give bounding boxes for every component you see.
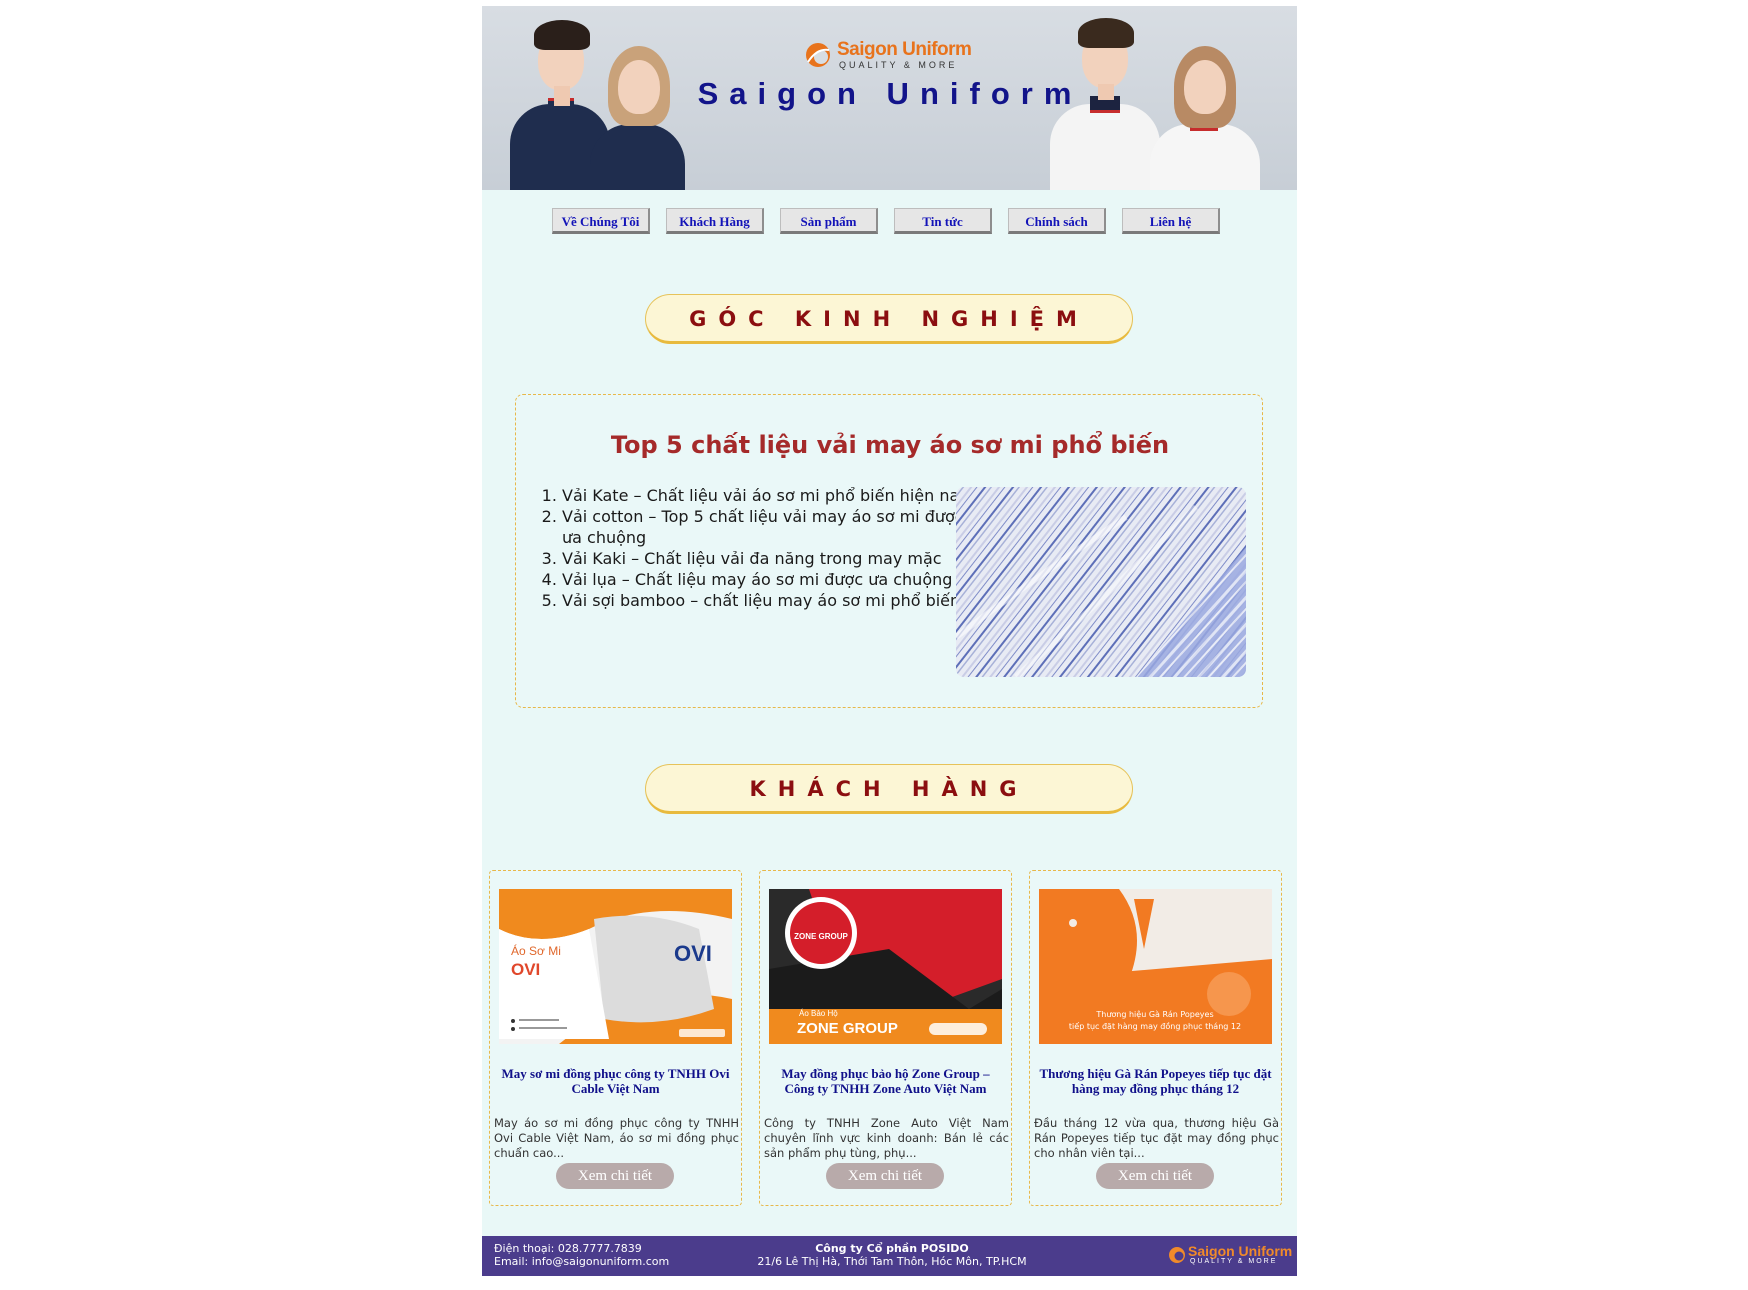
footer-company-info: Công ty Cổ phần POSIDO 21/6 Lê Thị Hà, T… [722, 1242, 1062, 1268]
card-description: May áo sơ mi đồng phục công ty TNHH Ovi … [494, 1116, 739, 1160]
customer-card: Áo Sơ Mi OVI OVI May sơ mi đồng phục côn… [489, 870, 742, 1206]
customer-card: ZONE GROUP Áo Bảo Hộ ZONE GROUP May đồng… [759, 870, 1012, 1206]
header-banner: Saigon Uniform QUALITY & MORE Saigon Uni… [482, 6, 1297, 190]
article-title[interactable]: Top 5 chất liệu vải may áo sơ mi phổ biế… [516, 431, 1264, 459]
view-details-button[interactable]: Xem chi tiết [1096, 1163, 1214, 1189]
card-title[interactable]: Thương hiệu Gà Rán Popeyes tiếp tục đặt … [1036, 1066, 1275, 1096]
nav-item-policy[interactable]: Chính sách [1008, 208, 1106, 234]
footer: Điện thoại: 028.7777.7839 Email: info@sa… [482, 1236, 1297, 1276]
list-item: Vải Kate – Chất liệu vải áo sơ mi phổ bi… [562, 485, 978, 506]
nav-item-products[interactable]: Sản phẩm [780, 208, 878, 234]
nav-item-news[interactable]: Tin tức [894, 208, 992, 234]
nav-item-about[interactable]: Về Chúng Tôi [552, 208, 650, 234]
section-heading-experience: GÓC KINH NGHIỆM [645, 294, 1133, 344]
list-item: Vải lụa – Chất liệu may áo sơ mi được ưa… [562, 569, 978, 590]
svg-text:ZONE GROUP: ZONE GROUP [794, 932, 848, 941]
footer-company-name: Công ty Cổ phần POSIDO [815, 1242, 969, 1255]
list-item: Vải sợi bamboo – chất liệu may áo sơ mi … [562, 590, 978, 611]
nav-item-contact[interactable]: Liên hệ [1122, 208, 1220, 234]
footer-logo[interactable]: Saigon Uniform QUALITY & MORE [1168, 1243, 1292, 1269]
customer-card: Thương hiệu Gà Rán Popeyes tiếp tục đặt … [1029, 870, 1282, 1206]
article-list: Vải Kate – Chất liệu vải áo sơ mi phổ bi… [538, 485, 978, 611]
svg-text:Áo Bảo Hộ: Áo Bảo Hộ [799, 1009, 838, 1018]
card-image-popeyes[interactable]: Thương hiệu Gà Rán Popeyes tiếp tục đặt … [1039, 889, 1272, 1044]
footer-contact: Điện thoại: 028.7777.7839 Email: info@sa… [494, 1242, 669, 1268]
card-description: Đầu tháng 12 vừa qua, thương hiệu Gà Rán… [1034, 1116, 1279, 1160]
svg-text:tiếp tục đặt hàng may đồng phụ: tiếp tục đặt hàng may đồng phục tháng 12 [1069, 1021, 1241, 1032]
article-card: Top 5 chất liệu vải may áo sơ mi phổ biế… [515, 394, 1263, 708]
footer-logo-tagline: QUALITY & MORE [1190, 1258, 1278, 1265]
footer-email[interactable]: Email: info@saigonuniform.com [494, 1255, 669, 1268]
svg-text:ZONE GROUP: ZONE GROUP [797, 1020, 898, 1037]
card-title[interactable]: May đồng phục bảo hộ Zone Group – Công t… [766, 1066, 1005, 1096]
list-item: Vải Kaki – Chất liệu vải đa năng trong m… [562, 548, 978, 569]
fabric-image [956, 487, 1246, 677]
svg-text:Áo Sơ Mi: Áo Sơ Mi [511, 943, 561, 958]
card-title[interactable]: May sơ mi đồng phục công ty TNHH Ovi Cab… [496, 1066, 735, 1096]
footer-logo-text: Saigon Uniform [1188, 1243, 1293, 1259]
swoosh-icon [1169, 1247, 1185, 1263]
swoosh-icon [806, 43, 830, 67]
nav-item-customers[interactable]: Khách Hàng [666, 208, 764, 234]
svg-text:Thương hiệu Gà Rán Popeyes: Thương hiệu Gà Rán Popeyes [1095, 1009, 1213, 1019]
view-details-button[interactable]: Xem chi tiết [556, 1163, 674, 1189]
brand-logo[interactable]: Saigon Uniform QUALITY & MORE [805, 39, 975, 73]
svg-text:OVI: OVI [674, 941, 712, 966]
list-item: Vải cotton – Top 5 chất liệu vải may áo … [562, 506, 978, 548]
footer-phone[interactable]: Điện thoại: 028.7777.7839 [494, 1242, 669, 1255]
card-image-zone-group[interactable]: ZONE GROUP Áo Bảo Hộ ZONE GROUP [769, 889, 1002, 1044]
site-title: Saigon Uniform [697, 76, 1083, 111]
page: Saigon Uniform QUALITY & MORE Saigon Uni… [482, 6, 1297, 1276]
logo-text: Saigon Uniform [837, 39, 972, 60]
footer-address: 21/6 Lê Thị Hà, Thới Tam Thôn, Hóc Môn, … [757, 1255, 1027, 1268]
card-image-ovi[interactable]: Áo Sơ Mi OVI OVI [499, 889, 732, 1044]
svg-text:OVI: OVI [511, 960, 540, 979]
view-details-button[interactable]: Xem chi tiết [826, 1163, 944, 1189]
section-heading-customers: KHÁCH HÀNG [645, 764, 1133, 814]
card-description: Công ty TNHH Zone Auto Việt Nam chuyên l… [764, 1116, 1009, 1160]
logo-tagline: QUALITY & MORE [839, 60, 958, 70]
